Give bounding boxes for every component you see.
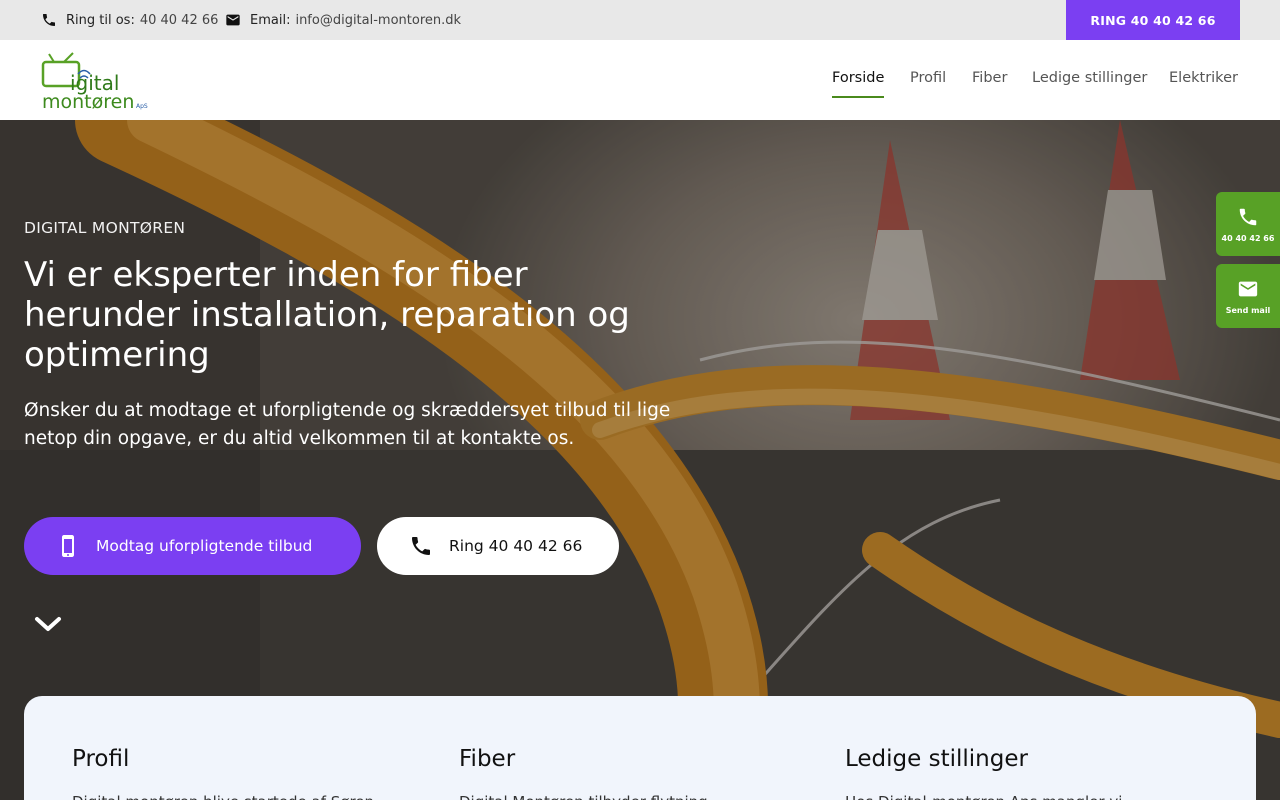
- hero-call-label: Ring 40 40 42 66: [449, 537, 583, 555]
- hero-headline: Vi er eksperter inden for fiber herunder…: [24, 255, 630, 375]
- phone-icon: [43, 14, 55, 26]
- request-quote-button[interactable]: Modtag uforpligtende tilbud: [24, 517, 361, 575]
- card-fiber[interactable]: Fiber Digital Montøren tilbyder flytning: [459, 746, 799, 800]
- floating-mail-label: Send mail: [1225, 305, 1271, 315]
- logo[interactable]: igital montøren ApS: [40, 52, 150, 110]
- nav-fiber[interactable]: Fiber: [972, 70, 1007, 98]
- mail-icon: [226, 14, 240, 26]
- topbar-call-button[interactable]: RING 40 40 42 66: [1066, 0, 1240, 40]
- topbar-phone-value[interactable]: 40 40 42 66: [140, 13, 219, 28]
- card-profil[interactable]: Profil Digital montøren blive startede a…: [72, 746, 412, 800]
- hero-call-button[interactable]: Ring 40 40 42 66: [377, 517, 619, 575]
- phone-icon: [412, 537, 430, 555]
- chevron-down-icon[interactable]: [34, 613, 62, 635]
- nav-profil[interactable]: Profil: [910, 70, 946, 98]
- nav-ledige-stillinger[interactable]: Ledige stillinger: [1032, 70, 1147, 98]
- nav-elektriker[interactable]: Elektriker: [1169, 70, 1238, 98]
- mail-icon: [1238, 281, 1258, 296]
- hero-eyebrow: DIGITAL MONTØREN: [24, 219, 186, 237]
- top-contact-bar: Ring til os: 40 40 42 66 Email: info@dig…: [0, 0, 1280, 40]
- mobile-icon: [62, 535, 74, 557]
- nav-forside[interactable]: Forside: [832, 70, 885, 98]
- floating-call-button[interactable]: 40 40 42 66: [1216, 192, 1280, 256]
- card-title: Ledige stillinger: [845, 746, 1028, 772]
- phone-icon: [1239, 208, 1257, 225]
- card-text: Digital montøren blive startede af Søren: [72, 790, 412, 800]
- topbar-phone-label: Ring til os:: [66, 12, 135, 28]
- floating-call-label: 40 40 42 66: [1221, 233, 1275, 243]
- card-title: Profil: [72, 746, 130, 772]
- topbar-email-value[interactable]: info@digital-montoren.dk: [295, 13, 461, 28]
- services-panel: Profil Digital montøren blive startede a…: [24, 696, 1256, 800]
- site-header: igital montøren ApS Forside Profil Fiber…: [0, 40, 1280, 120]
- card-ledige-stillinger[interactable]: Ledige stillinger Hos Digital-montøren A…: [845, 746, 1185, 800]
- logo-suffix-text: ApS: [136, 103, 148, 110]
- logo-bottom-text: montøren: [42, 91, 134, 110]
- card-text: Digital Montøren tilbyder flytning: [459, 790, 799, 800]
- card-title: Fiber: [459, 746, 516, 772]
- hero-lead: Ønsker du at modtage et uforpligtende og…: [24, 400, 671, 449]
- request-quote-label: Modtag uforpligtende tilbud: [96, 537, 313, 555]
- topbar-email[interactable]: Email: info@digital-montoren.dk: [225, 0, 461, 40]
- topbar-email-label: Email:: [250, 12, 291, 28]
- floating-mail-button[interactable]: Send mail: [1216, 264, 1280, 328]
- card-text: Hos Digital-montøren Aps mangler vi: [845, 790, 1185, 800]
- topbar-phone[interactable]: Ring til os: 40 40 42 66: [41, 0, 218, 40]
